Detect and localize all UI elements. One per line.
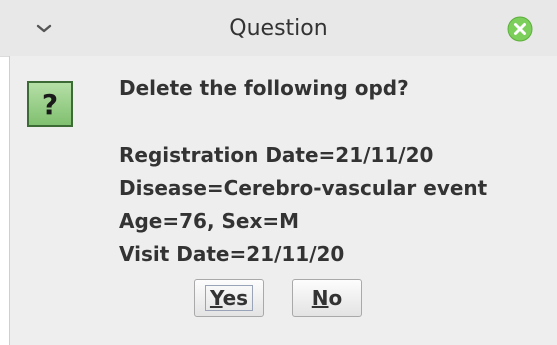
message-text: Delete the following opd? Registration D… bbox=[119, 72, 549, 271]
yes-focus-ring: Yes bbox=[204, 285, 254, 311]
no-button[interactable]: No bbox=[292, 279, 362, 317]
yes-label-rest: es bbox=[222, 286, 249, 310]
question-icon: ? bbox=[27, 81, 73, 127]
detail-age-sex: Age=76, Sex=M bbox=[119, 209, 300, 233]
detail-registration-date: Registration Date=21/11/20 bbox=[119, 143, 434, 167]
title-bar: Question bbox=[0, 0, 557, 57]
close-icon[interactable] bbox=[506, 15, 534, 43]
question-glyph: ? bbox=[42, 88, 58, 121]
yes-mnemonic: Y bbox=[209, 286, 223, 310]
window-title: Question bbox=[229, 16, 328, 41]
detail-disease: Disease=Cerebro-vascular event bbox=[119, 176, 488, 200]
yes-button[interactable]: Yes bbox=[194, 279, 264, 317]
detail-visit-date: Visit Date=21/11/20 bbox=[119, 242, 345, 266]
question-dialog: Question ? Delete the following opd? Reg… bbox=[0, 0, 557, 345]
no-label-rest: o bbox=[328, 286, 343, 310]
no-mnemonic: N bbox=[311, 286, 329, 310]
prompt-text: Delete the following opd? bbox=[119, 76, 409, 100]
